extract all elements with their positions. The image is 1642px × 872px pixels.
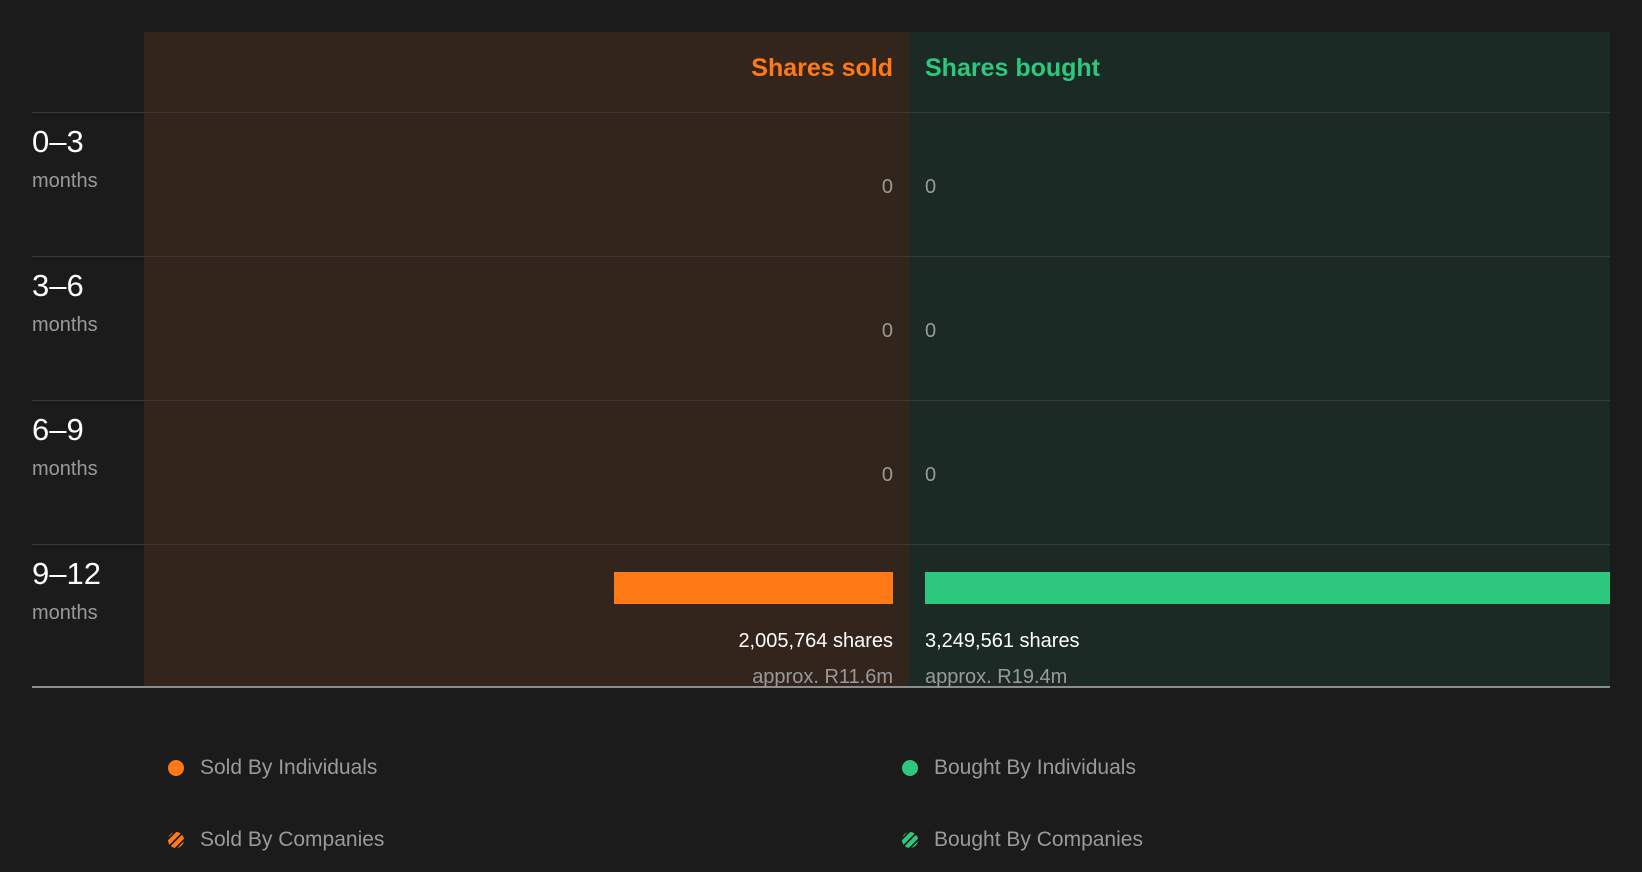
legend-item: Sold By Individuals — [168, 756, 377, 780]
period-range: 9–12 — [32, 556, 101, 591]
period-label: 0–3 months — [32, 124, 142, 194]
period-unit: months — [32, 602, 98, 624]
insider-trading-chart: Shares sold Shares bought 0–3 months 0 0 3–6… — [0, 0, 1642, 700]
row-divider — [32, 544, 1610, 545]
legend-item: Bought By Individuals — [902, 756, 1136, 780]
period-unit: months — [32, 458, 98, 480]
period-range: 6–9 — [32, 412, 84, 447]
period-unit: months — [32, 314, 98, 336]
bought-bar — [925, 572, 1610, 604]
legend-label: Bought By Companies — [934, 828, 1143, 851]
legend-label: Sold By Individuals — [200, 756, 378, 779]
bought-approx-label: approx. R19.4m — [925, 666, 1068, 688]
period-label: 3–6 months — [32, 268, 142, 338]
period-range: 0–3 — [32, 124, 84, 159]
shares-bought-header: Shares bought — [925, 54, 1101, 82]
period-label: 9–12 months — [32, 556, 142, 626]
row-divider — [32, 400, 1610, 401]
legend: Sold By Individuals Bought By Individuals… — [0, 720, 1642, 872]
shares-sold-header: Shares sold — [751, 54, 893, 82]
sold-bar — [613, 572, 893, 604]
bought-value-label: 0 — [925, 176, 937, 198]
sold-approx-label: approx. R11.6m — [752, 666, 893, 688]
bought-value-label: 0 — [925, 320, 937, 342]
sold-value-label: 0 — [881, 320, 893, 342]
bought-value-label: 0 — [925, 464, 937, 486]
legend-hatch-icon — [902, 832, 918, 848]
period-range: 3–6 — [32, 268, 84, 303]
period-unit: months — [32, 170, 98, 192]
legend-label: Sold By Companies — [200, 828, 385, 851]
legend-label: Bought By Individuals — [934, 756, 1136, 779]
bought-shares-label: 3,249,561 shares — [925, 630, 1080, 652]
legend-dot-icon — [902, 760, 918, 776]
legend-dot-icon — [168, 760, 184, 776]
legend-item: Bought By Companies — [902, 828, 1143, 852]
legend-hatch-icon — [168, 832, 184, 848]
sold-value-label: 0 — [881, 464, 893, 486]
legend-item: Sold By Companies — [168, 828, 384, 852]
row-divider — [32, 256, 1610, 257]
period-label: 6–9 months — [32, 412, 142, 482]
sold-shares-label: 2,005,764 shares — [738, 630, 893, 652]
row-divider — [32, 112, 1610, 113]
sold-value-label: 0 — [881, 176, 893, 198]
